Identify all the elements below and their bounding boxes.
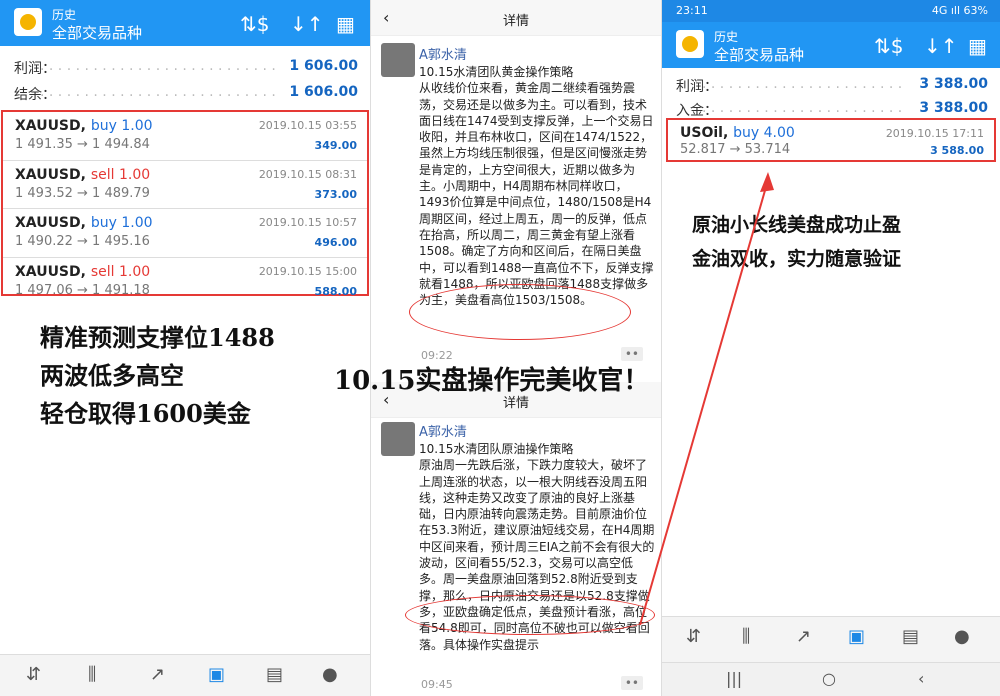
- annotation-arrow: [639, 172, 774, 626]
